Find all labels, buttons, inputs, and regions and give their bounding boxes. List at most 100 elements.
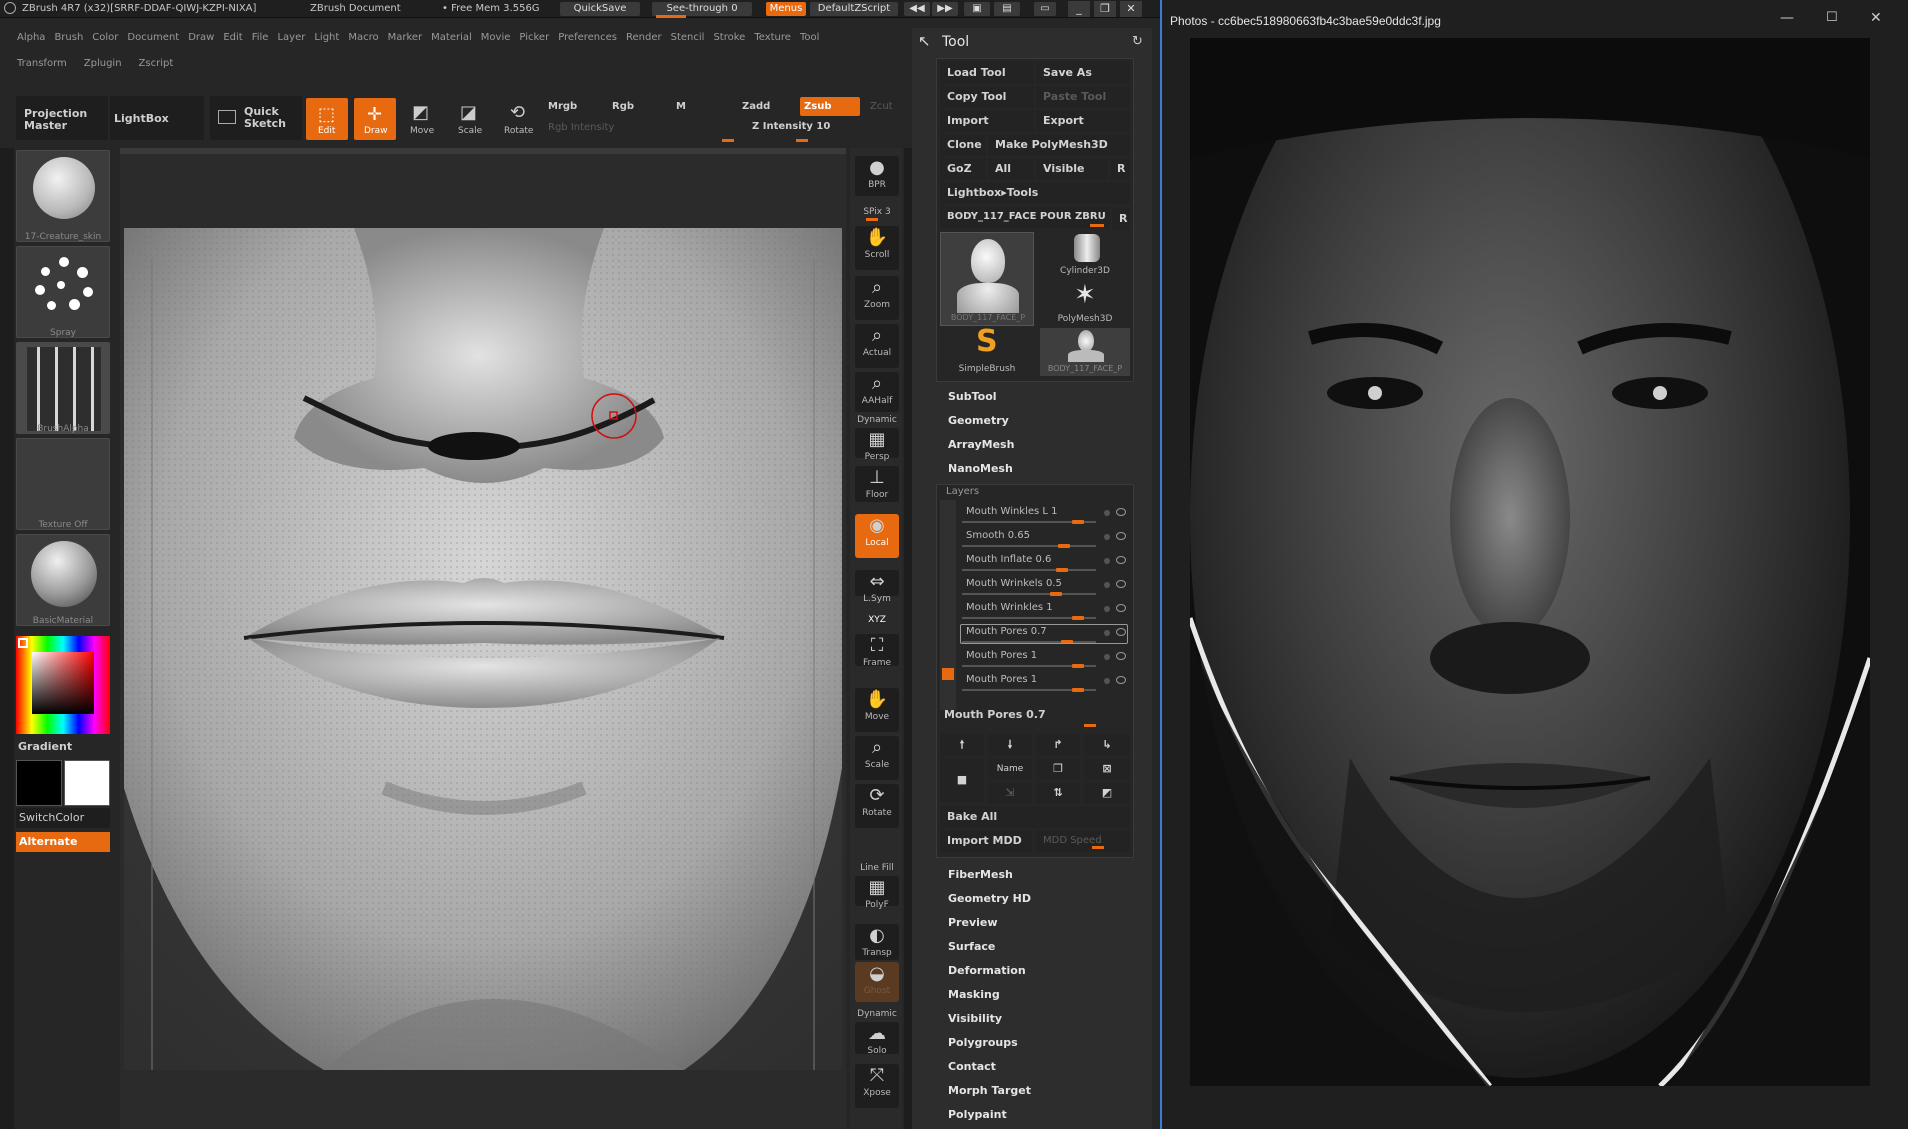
- local-icon[interactable]: ◉ Local: [855, 514, 899, 558]
- material-selector[interactable]: [16, 534, 110, 626]
- layer-redo-icon[interactable]: ↱: [1036, 734, 1080, 756]
- rotate-button[interactable]: ⟲ Rotate: [500, 100, 540, 140]
- menu-stroke[interactable]: Stroke: [710, 32, 751, 48]
- layer-row[interactable]: Mouth Inflate 0.6: [962, 552, 1126, 572]
- layer-eye-icon[interactable]: [1116, 652, 1126, 660]
- canvas-top-scrollbar[interactable]: [120, 148, 846, 154]
- section-visibility[interactable]: Visibility: [948, 1012, 1002, 1025]
- layer-up-icon[interactable]: 🠕: [940, 734, 984, 756]
- layer-row[interactable]: Smooth 0.65: [962, 528, 1126, 548]
- lightbox-tools-button[interactable]: Lightbox▸Tools: [940, 182, 1130, 204]
- layer-eye-icon[interactable]: [1116, 508, 1126, 516]
- polyf-icon[interactable]: ▦ PolyF: [855, 876, 899, 910]
- menu-brush[interactable]: Brush: [51, 32, 89, 48]
- tool-palette-pin-icon[interactable]: ↖: [918, 32, 931, 50]
- color-picker-square[interactable]: [32, 652, 94, 714]
- layer-record-dot[interactable]: [1104, 606, 1110, 612]
- shelf-xyz[interactable]: XYZ: [855, 610, 899, 630]
- stroke-selector[interactable]: [16, 246, 110, 338]
- solo-icon[interactable]: ☁ Solo: [855, 1022, 899, 1056]
- layer-row[interactable]: Mouth Winkles L 1: [962, 504, 1126, 524]
- minimize-icon[interactable]: _: [1068, 1, 1090, 17]
- zoom-icon[interactable]: ⌕ Zoom: [855, 276, 899, 320]
- section-geometry[interactable]: Geometry: [948, 414, 1009, 427]
- make-polymesh-button[interactable]: Make PolyMesh3D: [988, 134, 1130, 156]
- bpr-icon[interactable]: ● BPR: [855, 156, 899, 196]
- layer-record-dot[interactable]: [1104, 510, 1110, 516]
- goz-r-button[interactable]: R: [1110, 158, 1130, 180]
- menu-stencil[interactable]: Stencil: [668, 32, 711, 48]
- section-arraymesh[interactable]: ArrayMesh: [948, 438, 1014, 451]
- draw-button[interactable]: ✛ Draw: [354, 98, 396, 140]
- menu-file[interactable]: File: [249, 32, 275, 48]
- goz-button[interactable]: GoZ: [940, 158, 986, 180]
- layout-next-icon[interactable]: ▶▶: [932, 2, 958, 16]
- layer-record-dot[interactable]: [1104, 654, 1110, 660]
- layer-eye-icon[interactable]: [1116, 604, 1126, 612]
- mrgb-button[interactable]: Mrgb: [548, 101, 577, 112]
- floor-icon[interactable]: ⊥ Floor: [855, 466, 899, 502]
- tool-thumb-polymesh[interactable]: ✶ PolyMesh3D: [1040, 280, 1130, 326]
- load-tool-button[interactable]: Load Tool: [940, 62, 1034, 84]
- xpose-icon[interactable]: ⤧ Xpose: [855, 1064, 899, 1108]
- section-preview[interactable]: Preview: [948, 916, 998, 929]
- current-tool-r-button[interactable]: R: [1112, 208, 1130, 230]
- goz-all-button[interactable]: All: [988, 158, 1034, 180]
- layer-name-button[interactable]: Name: [988, 758, 1032, 780]
- layer-down-icon[interactable]: 🠗: [988, 734, 1032, 756]
- scale-button[interactable]: ◪ Scale: [452, 100, 490, 140]
- layer-slider-track[interactable]: [962, 545, 1096, 547]
- layer-row[interactable]: Mouth Pores 1: [962, 672, 1126, 692]
- section-contact[interactable]: Contact: [948, 1060, 996, 1073]
- section-fibermesh[interactable]: FiberMesh: [948, 868, 1013, 881]
- menu-texture[interactable]: Texture: [751, 32, 797, 48]
- photo-viewer[interactable]: [1190, 38, 1870, 1086]
- save-as-button[interactable]: Save As: [1036, 62, 1130, 84]
- sculpt-canvas[interactable]: [124, 228, 842, 1070]
- primary-color-swatch[interactable]: [16, 760, 62, 806]
- close-icon[interactable]: ✕: [1120, 1, 1142, 17]
- menu-picker[interactable]: Picker: [516, 32, 555, 48]
- actual-icon[interactable]: ⌕ Actual: [855, 324, 899, 368]
- layer-row[interactable]: Mouth Wrinkles 1: [962, 600, 1126, 620]
- layer-slider-knob[interactable]: [1072, 520, 1084, 524]
- zadd-button[interactable]: Zadd: [742, 101, 770, 112]
- menu-tool[interactable]: Tool: [797, 32, 825, 48]
- layer-eye-icon[interactable]: [1116, 580, 1126, 588]
- mdd-speed-slider[interactable]: MDD Speed: [1036, 830, 1130, 852]
- clone-button[interactable]: Clone: [940, 134, 986, 156]
- active-layer-value-slider[interactable]: Mouth Pores 0.7: [944, 708, 1046, 721]
- lsym-icon[interactable]: ⇔ L.Sym: [855, 570, 899, 604]
- menu-material[interactable]: Material: [428, 32, 478, 48]
- layer-group-icon[interactable]: ◩: [1084, 782, 1130, 804]
- layer-record-dot[interactable]: [1104, 558, 1110, 564]
- layer-slider-track[interactable]: [962, 569, 1096, 571]
- menu-zscript[interactable]: Zscript: [136, 58, 188, 74]
- gradient-toggle[interactable]: Gradient: [18, 740, 72, 753]
- menus-toggle[interactable]: Menus: [766, 2, 806, 16]
- section-surface[interactable]: Surface: [948, 940, 995, 953]
- brush-selector[interactable]: [16, 150, 110, 242]
- layer-row[interactable]: Mouth Wrinkels 0.5: [962, 576, 1126, 596]
- zcut-button[interactable]: Zcut: [870, 101, 893, 112]
- menu-document[interactable]: Document: [124, 32, 185, 48]
- palette-icon[interactable]: ▣: [964, 2, 990, 16]
- tool-thumb-cylinder[interactable]: Cylinder3D: [1040, 232, 1130, 278]
- import-mdd-button[interactable]: Import MDD: [940, 830, 1032, 852]
- menu-preferences[interactable]: Preferences: [555, 32, 623, 48]
- layer-slider-knob[interactable]: [1072, 616, 1084, 620]
- alpha-selector[interactable]: [16, 342, 110, 434]
- switch-color-button[interactable]: SwitchColor: [16, 808, 110, 828]
- right-tray-divider[interactable]: [904, 148, 912, 1129]
- rotate-icon[interactable]: ⟳ Rotate: [855, 784, 899, 828]
- edit-button[interactable]: ⬚ Edit: [306, 98, 348, 140]
- layer-flip-icon[interactable]: ⇅: [1036, 782, 1080, 804]
- layer-duplicate-icon[interactable]: ❐: [1036, 758, 1080, 780]
- alternate-button[interactable]: Alternate: [16, 832, 110, 852]
- quick-sketch-button[interactable]: Quick Sketch: [210, 96, 302, 140]
- layer-slider-knob[interactable]: [1050, 592, 1062, 596]
- menu-macro[interactable]: Macro: [345, 32, 384, 48]
- layer-delete-icon[interactable]: ⊠: [1084, 758, 1130, 780]
- photos-maximize-icon[interactable]: ☐: [1826, 10, 1838, 25]
- tool-thumb-simplebrush[interactable]: S SimpleBrush: [940, 324, 1034, 376]
